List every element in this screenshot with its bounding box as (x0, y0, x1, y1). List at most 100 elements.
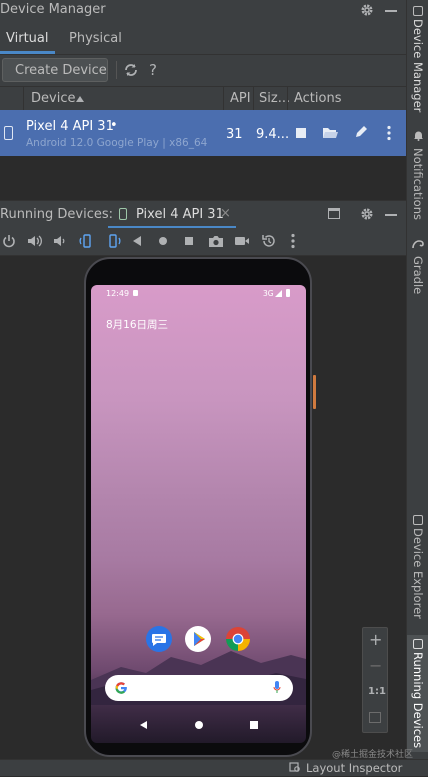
minimize-icon[interactable] (385, 214, 397, 216)
sidebar-label: Device Explorer (411, 528, 425, 619)
volume-down-icon[interactable] (53, 234, 67, 248)
phone-icon (4, 126, 13, 140)
tab-virtual[interactable]: Virtual (0, 22, 55, 54)
column-divider (253, 87, 254, 111)
messages-app-icon[interactable] (146, 626, 172, 652)
edit-icon[interactable] (354, 125, 368, 139)
device-manager-icon (413, 6, 423, 16)
active-tab-indicator (0, 51, 55, 54)
device-list-empty-area (0, 156, 406, 200)
sidebar-item-device-manager[interactable]: Device Manager (407, 6, 428, 112)
close-tab-icon[interactable]: × (220, 206, 231, 221)
emulator-toolbar (0, 228, 406, 256)
sort-ascending-icon (76, 96, 84, 102)
sidebar-label: Notifications (411, 148, 425, 220)
column-device-label: Device (31, 91, 76, 106)
microphone-icon[interactable] (273, 680, 281, 695)
create-device-button[interactable]: Create Device (2, 58, 108, 82)
phone-overview-button[interactable] (250, 721, 258, 729)
right-tool-stripe: Device Manager Notifications Gradle Devi… (406, 0, 428, 760)
back-icon[interactable] (133, 236, 141, 246)
date-widget[interactable]: 8月16日周三 (106, 317, 168, 332)
gear-icon[interactable] (359, 2, 375, 18)
refresh-icon[interactable] (123, 62, 139, 78)
battery-icon (286, 289, 290, 297)
network-type: 3G (263, 289, 274, 298)
volume-up-icon[interactable] (27, 234, 43, 248)
device-running-dot: • (110, 118, 118, 133)
running-devices-icon (413, 639, 423, 649)
device-size: 9.4... (256, 127, 290, 142)
column-divider (287, 87, 288, 111)
play-store-app-icon[interactable] (185, 626, 211, 652)
phone-back-button[interactable] (140, 721, 147, 729)
sidebar-item-notifications[interactable]: Notifications (407, 130, 428, 220)
sidebar-label: Device Manager (411, 19, 425, 113)
device-name: Pixel 4 API 31 (26, 119, 114, 134)
column-size[interactable]: Siz... (259, 91, 290, 106)
home-icon[interactable] (159, 237, 167, 245)
zoom-fit-icon[interactable] (369, 712, 381, 723)
google-search-bar[interactable] (105, 675, 293, 701)
sidebar-item-device-explorer[interactable]: Device Explorer (407, 515, 428, 619)
video-icon[interactable] (234, 235, 250, 247)
zoom-out-button[interactable]: − (369, 656, 382, 675)
watermark: @稀土掘金技术社区 (332, 750, 414, 760)
tab-virtual-label: Virtual (6, 31, 49, 46)
status-bar: @稀土掘金技术社区 Layout Inspector (0, 750, 428, 776)
snapshot-history-icon[interactable] (261, 233, 277, 249)
stop-icon[interactable] (296, 128, 306, 138)
zoom-controls: + − 1:1 (362, 627, 388, 733)
device-explorer-icon (413, 515, 423, 525)
panel-title: Device Manager (0, 2, 106, 17)
running-devices-header: Running Devices: Pixel 4 API 31 × (0, 200, 406, 229)
google-g-icon (114, 681, 128, 695)
device-manager-header: Device Manager (0, 0, 406, 22)
sidebar-item-gradle[interactable]: Gradle (407, 238, 428, 294)
column-api[interactable]: API (230, 91, 251, 106)
layout-inspector-button[interactable]: Layout Inspector (306, 761, 402, 775)
signal-icon (275, 290, 282, 297)
power-button[interactable] (313, 375, 316, 409)
device-screen[interactable]: 12:49 3G 8月16日周三 (91, 285, 306, 743)
device-table-header: Device API Siz... Actions (0, 86, 406, 112)
gear-icon[interactable] (359, 206, 375, 222)
minimize-icon[interactable] (385, 10, 397, 12)
more-icon[interactable] (387, 125, 391, 141)
column-divider (223, 87, 224, 111)
sidebar-label: Running Devices (411, 652, 425, 749)
tab-pixel-4[interactable]: Pixel 4 API 31 × (108, 201, 236, 229)
device-subtitle: Android 12.0 Google Play | x86_64 (26, 137, 208, 149)
rotate-left-icon[interactable] (79, 233, 95, 249)
folder-icon[interactable] (322, 126, 338, 140)
rotate-right-icon[interactable] (105, 233, 121, 249)
phone-clock: 12:49 (106, 289, 130, 298)
overview-icon[interactable] (185, 237, 193, 245)
window-icon[interactable] (328, 208, 340, 219)
zoom-actual-size-button[interactable]: 1:1 (368, 686, 386, 697)
column-actions: Actions (294, 91, 342, 106)
phone-home-button[interactable] (195, 721, 203, 729)
phone-icon (119, 208, 127, 220)
device-api: 31 (226, 127, 243, 142)
notification-icon (133, 290, 138, 296)
device-type-tabs: Virtual Physical (0, 22, 406, 55)
power-icon[interactable] (2, 234, 16, 248)
gradle-icon (412, 238, 424, 253)
help-icon[interactable]: ? (149, 61, 157, 79)
sidebar-item-running-devices[interactable]: Running Devices (407, 635, 428, 753)
create-device-label: Create Device (15, 63, 107, 78)
tab-physical-label: Physical (69, 31, 122, 46)
column-device[interactable]: Device (24, 87, 222, 111)
table-row[interactable]: Pixel 4 API 31 • Android 12.0 Google Pla… (0, 110, 406, 156)
zoom-in-button[interactable]: + (369, 630, 382, 649)
layout-inspector-icon (289, 762, 301, 773)
more-icon[interactable] (291, 233, 295, 249)
camera-icon[interactable] (208, 234, 224, 248)
bell-icon (413, 130, 424, 145)
sidebar-label: Gradle (411, 256, 425, 295)
tab-physical[interactable]: Physical (60, 22, 124, 54)
tab-pixel-4-label: Pixel 4 API 31 (136, 207, 224, 222)
device-manager-toolbar: Create Device ? (0, 55, 406, 86)
chrome-app-icon[interactable] (225, 626, 251, 652)
